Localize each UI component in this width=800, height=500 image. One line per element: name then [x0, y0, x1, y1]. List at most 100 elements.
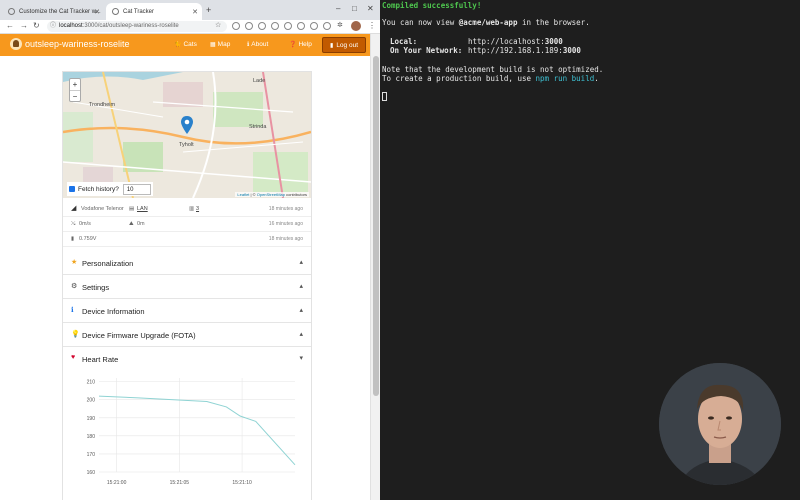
tab-customize[interactable]: Customize the Cat Tracker w... ✕ — [2, 3, 104, 20]
build-hint-suffix: . — [594, 74, 599, 83]
logout-label: Log out — [336, 41, 358, 49]
local-url-port: 3000 — [544, 37, 563, 46]
app-navbar: outsleep-wariness-roselite 🐈 Cats ▦ Map ℹA… — [0, 34, 370, 56]
section-settings[interactable]: ⚙ Settings ▴ — [63, 275, 311, 299]
close-window-icon[interactable]: ✕ — [367, 4, 374, 13]
nav-help[interactable]: ❓ Help — [289, 41, 312, 48]
local-url: http://localhost:3000 — [468, 37, 563, 46]
nav-cats[interactable]: 🐈 Cats — [174, 41, 197, 48]
tab-close-icon[interactable]: ✕ — [94, 8, 100, 16]
map-icon: ▦ — [210, 42, 216, 48]
section-personalization[interactable]: ★ Personalization ▴ — [63, 251, 311, 275]
zoom-in-button[interactable]: + — [70, 79, 80, 91]
extension-icon[interactable] — [271, 22, 279, 30]
page-content: Trondheim Tyholt Strinda Lade + − Leafle… — [0, 56, 370, 500]
chevron-up-icon[interactable]: ▴ — [299, 330, 303, 338]
local-label: Local: — [390, 37, 418, 46]
tab-bar: Customize the Cat Tracker w... ✕ Cat Tra… — [0, 0, 380, 20]
network-url-port: 3000 — [562, 46, 581, 55]
chevron-up-icon[interactable]: ▴ — [299, 258, 303, 266]
maximize-icon[interactable]: □ — [352, 4, 357, 13]
page-scrollbar[interactable] — [370, 34, 380, 500]
section-title: Settings — [82, 283, 110, 292]
zoom-out-button[interactable]: − — [70, 91, 80, 103]
terminal-cursor — [382, 92, 387, 101]
lightbulb-icon: 💡 — [71, 331, 80, 338]
network-url: http://192.168.1.189:3000 — [468, 46, 581, 55]
minimize-icon[interactable]: – — [336, 4, 340, 13]
network-band[interactable]: 3 — [196, 206, 199, 212]
logout-icon: ▮ — [330, 42, 334, 49]
osm-link[interactable]: OpenStreetMap — [257, 192, 285, 197]
leaflet-link[interactable]: Leaflet — [237, 192, 249, 197]
chevron-down-icon[interactable]: ▾ — [299, 354, 303, 362]
speed-icon: ⤯ — [71, 221, 76, 227]
network-operator: Vodafone Telenor — [81, 206, 124, 212]
tab-close-icon[interactable]: ✕ — [192, 8, 198, 16]
map-marker-icon[interactable] — [181, 116, 193, 134]
map-tiles — [63, 72, 311, 198]
chevron-up-icon[interactable]: ▴ — [299, 282, 303, 290]
network-label: On Your Network: — [390, 46, 463, 55]
webcam-overlay — [659, 363, 781, 485]
section-heart-rate[interactable]: ♥ Heart Rate ▾ — [63, 347, 311, 371]
star-icon: ★ — [71, 259, 78, 266]
chevron-up-icon[interactable]: ▴ — [299, 306, 303, 314]
section-title: Heart Rate — [82, 355, 119, 364]
forward-icon[interactable]: → — [20, 21, 28, 30]
nav-help-label: Help — [298, 41, 312, 48]
brand[interactable]: outsleep-wariness-roselite — [10, 38, 130, 50]
browser-menu-icon[interactable]: ⋮ — [368, 21, 376, 30]
nav-cats-label: Cats — [183, 41, 197, 48]
extension-icon[interactable] — [310, 22, 318, 30]
extension-icon[interactable] — [323, 22, 331, 30]
extension-icon[interactable] — [297, 22, 305, 30]
altitude-icon: ⛰ — [129, 221, 134, 227]
presenter-video — [659, 363, 781, 485]
nav-map[interactable]: ▦ Map — [210, 41, 230, 48]
scrollbar-thumb[interactable] — [373, 56, 379, 396]
section-device-information[interactable]: ℹ Device Information ▴ — [63, 299, 311, 323]
connection-timestamp: 18 minutes ago — [268, 206, 303, 212]
map-label: Lade — [253, 78, 266, 84]
extension-icon[interactable] — [232, 22, 240, 30]
info-icon[interactable]: ⓘ — [50, 21, 56, 32]
y-tick-label: 200 — [87, 398, 96, 404]
new-tab-icon[interactable]: + — [206, 5, 211, 15]
y-tick-label: 160 — [87, 470, 96, 476]
extensions-puzzle-icon[interactable]: ✲ — [337, 21, 343, 29]
signal-strength-icon: ◢ — [71, 205, 77, 212]
reload-icon[interactable]: ↻ — [33, 21, 40, 30]
tab-favicon-icon — [112, 8, 119, 15]
nav-about[interactable]: ℹ About — [247, 41, 268, 48]
section-fota[interactable]: 💡 Device Firmware Upgrade (FOTA) ▴ — [63, 323, 311, 347]
speed-value: 0m/s — [79, 221, 91, 227]
view-line-suffix: in the browser. — [517, 18, 590, 27]
profile-avatar[interactable] — [351, 21, 361, 31]
section-title: Device Firmware Upgrade (FOTA) — [82, 331, 196, 340]
nav-map-label: Map — [217, 41, 231, 48]
connection-row: ◢ Vodafone Telenor ▤ LAN ▥ 3 18 minutes … — [63, 202, 311, 217]
address-bar: ← → ↻ ⓘ localhost:3000/cat/outsleep-wari… — [0, 20, 380, 34]
fetch-history: Fetch history? 10 — [67, 182, 153, 196]
extension-icon[interactable] — [245, 22, 253, 30]
attribution-text: contributors — [284, 192, 307, 197]
map-label: Tyholt — [179, 142, 194, 148]
logout-button[interactable]: ▮ Log out — [322, 37, 366, 53]
map[interactable]: Trondheim Tyholt Strinda Lade + − Leafle… — [63, 72, 311, 198]
fetch-history-checkbox[interactable] — [69, 186, 75, 192]
heart-icon: ♥ — [71, 354, 76, 361]
local-url-base: http://localhost: — [468, 37, 545, 46]
extension-icon[interactable] — [284, 22, 292, 30]
network-mode[interactable]: LAN — [137, 206, 148, 212]
bookmark-star-icon[interactable]: ☆ — [215, 21, 221, 29]
fetch-history-count-input[interactable]: 10 — [122, 183, 151, 195]
url-input[interactable]: ⓘ localhost:3000/cat/outsleep-wariness-r… — [47, 21, 227, 32]
tab-label: Customize the Cat Tracker w... — [19, 8, 101, 15]
app-name: @acme/web-app — [458, 18, 518, 27]
map-label: Strinda — [249, 124, 267, 130]
extension-icon[interactable] — [258, 22, 266, 30]
tab-cat-tracker[interactable]: Cat Tracker ✕ — [106, 3, 202, 20]
nav-about-label: About — [251, 41, 269, 48]
back-icon[interactable]: ← — [6, 21, 14, 30]
